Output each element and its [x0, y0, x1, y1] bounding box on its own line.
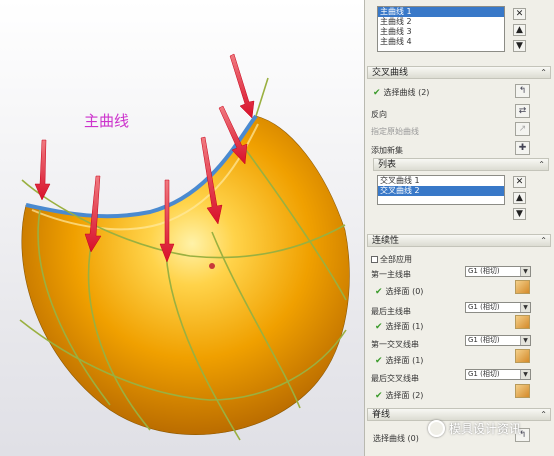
apply-all-label: 全部应用	[380, 255, 412, 264]
watermark-logo-icon	[428, 420, 445, 437]
arrow-6	[229, 53, 255, 119]
last-primary-face-row[interactable]: ✔ 选择面 (1)	[375, 321, 423, 332]
apply-all-checkbox[interactable]	[371, 256, 378, 263]
select-cross-curve-label: 选择曲线 (2)	[383, 88, 430, 97]
last-cross-select[interactable]: G1 (相切) ▼	[465, 369, 531, 380]
chevron-down-icon: ▼	[520, 303, 530, 312]
move-down-primary-button[interactable]: ▼	[513, 40, 526, 52]
move-up-primary-button[interactable]: ▲	[513, 24, 526, 36]
graphics-viewport[interactable]: 主曲线	[0, 0, 364, 456]
cross-list-header[interactable]: 列表 ⌃	[373, 158, 549, 171]
spine-select-row[interactable]: 选择曲线 (0)	[373, 433, 419, 444]
spine-section-title: 脊线	[372, 410, 391, 420]
face-select-icon[interactable]	[515, 349, 530, 363]
last-primary-label: 最后主线串	[371, 307, 411, 316]
continuity-section-header[interactable]: 连续性 ⌃	[367, 234, 551, 247]
check-icon: ✔	[373, 88, 381, 98]
cross-curve-section-title: 交叉曲线	[372, 68, 409, 78]
reverse-button[interactable]: ⇄	[515, 104, 530, 118]
first-cross-value: G1 (相切)	[468, 336, 500, 344]
chevron-down-icon: ▼	[520, 370, 530, 379]
collapse-icon: ⌃	[540, 236, 547, 245]
surface-body	[21, 115, 350, 435]
watermark: 模具设计资讯	[428, 420, 521, 437]
reverse-label: 反向	[371, 110, 387, 119]
curve-select-icon[interactable]: ↰	[515, 84, 530, 98]
chevron-down-icon: ▼	[520, 267, 530, 276]
center-point	[209, 263, 215, 269]
cross-curve-list[interactable]: 交叉曲线 1 交叉曲线 2	[377, 175, 505, 205]
last-primary-select[interactable]: G1 (相切) ▼	[465, 302, 531, 313]
list-item[interactable]: 交叉曲线 2	[378, 186, 504, 196]
move-up-cross-button[interactable]: ▲	[513, 192, 526, 204]
apply-all-row[interactable]: 全部应用	[371, 254, 412, 265]
remove-primary-button[interactable]: ✕	[513, 8, 526, 20]
primary-curve-list[interactable]: 主曲线 1 主曲线 2 主曲线 3 主曲线 4	[377, 6, 505, 52]
first-cross-label: 第一交叉线串	[371, 340, 419, 349]
first-cross-select[interactable]: G1 (相切) ▼	[465, 335, 531, 346]
check-icon: ✔	[375, 356, 383, 366]
face-select-icon[interactable]	[515, 315, 530, 329]
check-icon: ✔	[375, 287, 383, 297]
list-item[interactable]: 主曲线 3	[378, 27, 504, 37]
collapse-icon: ⌃	[540, 410, 547, 419]
add-set-button[interactable]: ✚	[515, 141, 530, 155]
model-canvas[interactable]	[0, 0, 364, 456]
face-select-icon[interactable]	[515, 384, 530, 398]
chevron-down-icon: ▼	[520, 336, 530, 345]
list-item[interactable]: 主曲线 1	[378, 7, 504, 17]
list-item[interactable]: 主曲线 4	[378, 37, 504, 47]
select-cross-curve-row[interactable]: ✔ 选择曲线 (2)	[373, 87, 429, 98]
watermark-text: 模具设计资讯	[449, 422, 522, 436]
select-face-label: 选择面 (1)	[385, 322, 424, 331]
specify-origin-button[interactable]: ↗	[515, 122, 530, 136]
continuity-section-title: 连续性	[372, 236, 400, 246]
first-primary-face-row[interactable]: ✔ 选择面 (0)	[375, 286, 423, 297]
add-set-label: 添加新集	[371, 146, 403, 155]
move-down-cross-button[interactable]: ▼	[513, 208, 526, 220]
collapse-icon: ⌃	[538, 160, 545, 169]
list-item[interactable]: 交叉曲线 1	[378, 176, 504, 186]
first-cross-face-row[interactable]: ✔ 选择面 (1)	[375, 355, 423, 366]
cross-curve-section-header[interactable]: 交叉曲线 ⌃	[367, 66, 551, 79]
select-face-label: 选择面 (1)	[385, 356, 424, 365]
check-icon: ✔	[375, 322, 383, 332]
first-primary-label: 第一主线串	[371, 270, 411, 279]
spine-select-label: 选择曲线 (0)	[373, 434, 419, 443]
last-cross-value: G1 (相切)	[468, 370, 500, 378]
top-curve-tail	[255, 77, 269, 117]
remove-cross-button[interactable]: ✕	[513, 176, 526, 188]
face-select-icon[interactable]	[515, 280, 530, 294]
list-item[interactable]: 主曲线 2	[378, 17, 504, 27]
first-primary-value: G1 (相切)	[468, 267, 500, 275]
primary-curve-label: 主曲线	[84, 112, 130, 130]
arrow-1	[34, 139, 51, 201]
specify-origin-label: 指定原始曲线	[371, 127, 419, 136]
select-face-label: 选择面 (0)	[385, 287, 424, 296]
select-face-label: 选择面 (2)	[385, 391, 424, 400]
last-primary-value: G1 (相切)	[468, 303, 500, 311]
cross-list-title: 列表	[378, 160, 397, 170]
last-cross-face-row[interactable]: ✔ 选择面 (2)	[375, 390, 423, 401]
collapse-icon: ⌃	[540, 68, 547, 77]
dialog-panel: 主曲线 1 主曲线 2 主曲线 3 主曲线 4 ✕ ▲ ▼ 交叉曲线 ⌃ ✔ 选择…	[364, 0, 554, 456]
last-cross-label: 最后交叉线串	[371, 374, 419, 383]
first-primary-select[interactable]: G1 (相切) ▼	[465, 266, 531, 277]
check-icon: ✔	[375, 391, 383, 401]
